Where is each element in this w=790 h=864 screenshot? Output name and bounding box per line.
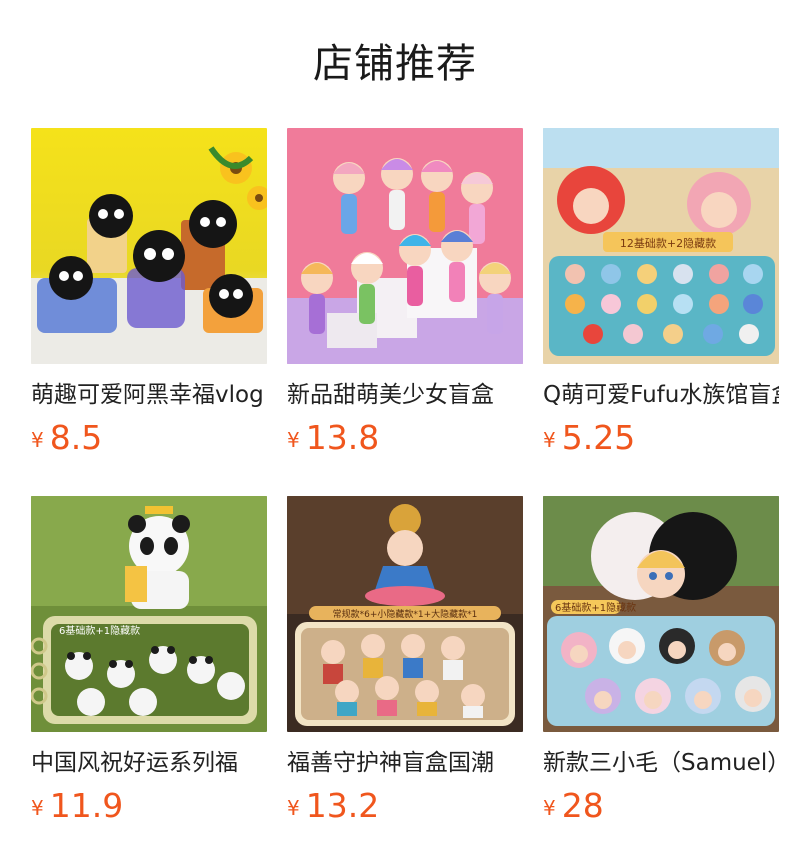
price-value: 11.9 xyxy=(49,786,124,825)
product-price: ¥11.9 xyxy=(31,784,123,828)
product-name[interactable]: 福善守护神盲盒国潮 xyxy=(287,748,523,778)
product-card[interactable]: 新品甜萌美少女盲盒 ¥13.8 xyxy=(287,128,523,468)
badge-text: 12基础款+2隐藏款 xyxy=(620,236,716,250)
product-price: ¥8.5 xyxy=(31,416,102,460)
badge-text: 6基础款+1隐藏款 xyxy=(59,624,140,637)
product-price: ¥28 xyxy=(543,784,604,828)
section-title: 店铺推荐 xyxy=(313,41,477,87)
currency-symbol: ¥ xyxy=(287,428,300,452)
currency-symbol: ¥ xyxy=(287,796,300,820)
product-card[interactable]: 常规款*6+小隐藏款*1+大隐藏款*1 福善守护神盲盒国潮 ¥13.2 xyxy=(287,496,523,836)
price-value: 8.5 xyxy=(49,418,103,457)
currency-symbol: ¥ xyxy=(31,428,44,452)
currency-symbol: ¥ xyxy=(31,796,44,820)
product-card[interactable]: 6基础款+1隐藏款 中国风祝好运系列福 ¥11.9 xyxy=(31,496,267,836)
fufu-aquarium-image[interactable]: 12基础款+2隐藏款 xyxy=(543,128,779,364)
product-price: ¥13.2 xyxy=(287,784,379,828)
product-price: ¥13.8 xyxy=(287,416,379,460)
product-name[interactable]: Q萌可爱Fufu水族馆盲盒 xyxy=(543,380,779,410)
plush-doll-figures-image[interactable]: 6基础款+1隐藏款 xyxy=(543,496,779,732)
currency-symbol: ¥ xyxy=(543,796,556,820)
price-value: 5.25 xyxy=(561,418,636,457)
badge-text: 常规款*6+小隐藏款*1+大隐藏款*1 xyxy=(333,608,478,620)
product-card[interactable]: 6基础款+1隐藏款 新款三小毛（Samuel） ¥28 xyxy=(543,496,779,836)
product-card[interactable]: 萌趣可爱阿黑幸福vlog ¥8.5 xyxy=(31,128,267,468)
product-price: ¥5.25 xyxy=(543,416,635,460)
price-value: 13.8 xyxy=(305,418,380,457)
product-name[interactable]: 中国风祝好运系列福 xyxy=(31,748,267,778)
product-name[interactable]: 萌趣可爱阿黑幸福vlog xyxy=(31,380,267,410)
panda-figures-image[interactable]: 6基础款+1隐藏款 xyxy=(31,496,267,732)
price-value: 28 xyxy=(561,786,604,825)
black-cat-figures-image[interactable] xyxy=(31,128,267,364)
badge-text: 6基础款+1隐藏款 xyxy=(555,601,636,614)
guardian-deity-figures-image[interactable]: 常规款*6+小隐藏款*1+大隐藏款*1 xyxy=(287,496,523,732)
product-name[interactable]: 新品甜萌美少女盲盒 xyxy=(287,380,523,410)
sweet-girl-figures-image[interactable] xyxy=(287,128,523,364)
product-card[interactable]: 12基础款+2隐藏款 Q萌可爱Fufu水族馆盲盒 ¥5.25 xyxy=(543,128,779,468)
product-name[interactable]: 新款三小毛（Samuel） xyxy=(543,748,779,778)
currency-symbol: ¥ xyxy=(543,428,556,452)
price-value: 13.2 xyxy=(305,786,380,825)
